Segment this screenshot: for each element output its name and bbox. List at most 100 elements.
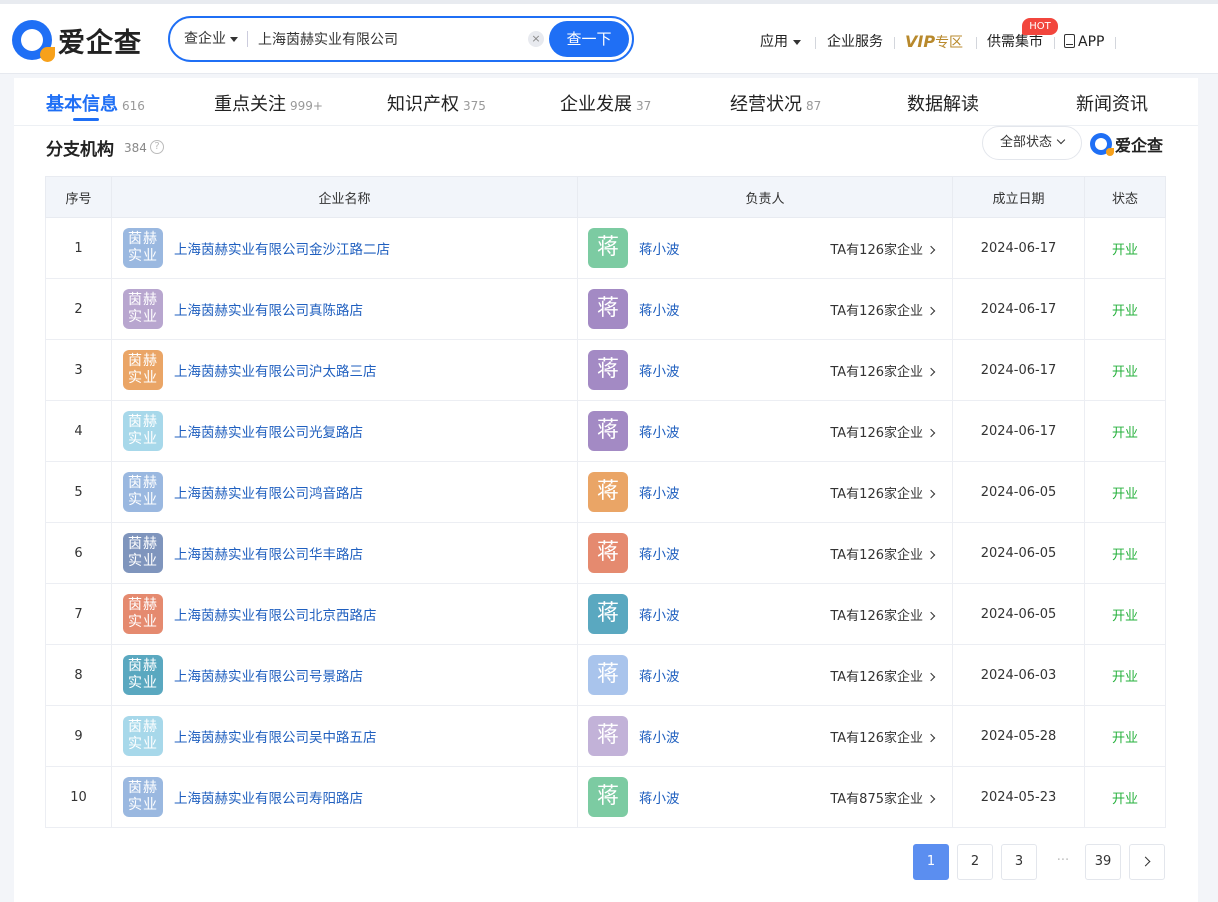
nav-supply-demand[interactable]: 供需集市: [987, 32, 1043, 52]
person-name-link[interactable]: 蒋小波: [639, 482, 680, 502]
company-name-link[interactable]: 上海茵赫实业有限公司金沙江路二店: [174, 238, 390, 258]
related-companies-link[interactable]: TA有126家企业: [830, 300, 936, 319]
company-name-link[interactable]: 上海茵赫实业有限公司北京西路店: [174, 604, 377, 624]
table-row: 8 茵赫 实业 上海茵赫实业有限公司号景路店蒋蒋小波 TA有126家企业 2024-06-…: [45, 644, 1166, 706]
person-name-link[interactable]: 蒋小波: [639, 421, 680, 441]
search-divider: [247, 31, 248, 47]
company-logo[interactable]: 茵赫 实业: [123, 411, 163, 451]
tab-key-focus[interactable]: 重点关注 999+: [214, 90, 323, 116]
nav-enterprise-service[interactable]: 企业服务: [827, 32, 883, 52]
person-wrap: 蒋蒋小波 TA有126家企业: [578, 411, 952, 451]
search-button[interactable]: 查一下: [549, 21, 629, 57]
avatar[interactable]: 蒋: [588, 228, 628, 268]
related-companies-link[interactable]: TA有126家企业: [830, 544, 936, 563]
table-row: 4 茵赫 实业 上海茵赫实业有限公司光复路店蒋蒋小波 TA有126家企业 2024-06-…: [45, 400, 1166, 462]
search-type-select[interactable]: 查企业: [184, 18, 238, 60]
company-name-link[interactable]: 上海茵赫实业有限公司真陈路店: [174, 299, 363, 319]
caret-down-icon: [793, 39, 801, 45]
company-logo[interactable]: 茵赫 实业: [123, 716, 163, 756]
tab-bar: 基本信息 616 重点关注 999+ 知识产权 375 企业发展 37 经营状况 87 数…: [14, 78, 1198, 126]
person-name-link[interactable]: 蒋小波: [639, 299, 680, 319]
nav-app[interactable]: APP: [1064, 32, 1104, 52]
person-cell: 蒋蒋小波 TA有126家企业: [577, 644, 953, 706]
established-date: 2024-06-05: [952, 461, 1085, 523]
chevron-right-icon: [926, 367, 936, 376]
tab-operations[interactable]: 经营状况 87: [730, 90, 821, 116]
person-name-link[interactable]: 蒋小波: [639, 665, 680, 685]
company-logo[interactable]: 茵赫 实业: [123, 533, 163, 573]
company-wrap: 茵赫 实业 上海茵赫实业有限公司光复路店: [112, 411, 577, 451]
company-name-link[interactable]: 上海茵赫实业有限公司吴中路五店: [174, 726, 377, 746]
avatar[interactable]: 蒋: [588, 533, 628, 573]
company-wrap: 茵赫 实业 上海茵赫实业有限公司沪太路三店: [112, 350, 577, 390]
table-row: 7 茵赫 实业 上海茵赫实业有限公司北京西路店蒋蒋小波 TA有126家企业 2024-06…: [45, 583, 1166, 645]
tab-news[interactable]: 新闻资讯: [1076, 90, 1148, 116]
related-companies-link[interactable]: TA有875家企业: [830, 788, 936, 807]
company-logo[interactable]: 茵赫 实业: [123, 472, 163, 512]
page-button-current[interactable]: 1: [913, 844, 949, 880]
nav-app-label: APP: [1078, 34, 1105, 50]
status-badge: 开业: [1084, 766, 1166, 828]
person-name-link[interactable]: 蒋小波: [639, 604, 680, 624]
company-logo-bottom: 实业: [128, 614, 158, 630]
company-logo[interactable]: 茵赫 实业: [123, 594, 163, 634]
company-wrap: 茵赫 实业 上海茵赫实业有限公司金沙江路二店: [112, 228, 577, 268]
company-logo[interactable]: 茵赫 实业: [123, 777, 163, 817]
avatar[interactable]: 蒋: [588, 472, 628, 512]
related-companies-link[interactable]: TA有126家企业: [830, 422, 936, 441]
related-companies-link[interactable]: TA有126家企业: [830, 239, 936, 258]
related-companies-link[interactable]: TA有126家企业: [830, 727, 936, 746]
tab-development[interactable]: 企业发展 37: [560, 90, 651, 116]
avatar[interactable]: 蒋: [588, 655, 628, 695]
help-icon[interactable]: ?: [150, 140, 164, 154]
company-name-link[interactable]: 上海茵赫实业有限公司寿阳路店: [174, 787, 363, 807]
company-logo[interactable]: 茵赫 实业: [123, 350, 163, 390]
related-companies-link[interactable]: TA有126家企业: [830, 361, 936, 380]
avatar[interactable]: 蒋: [588, 350, 628, 390]
status-badge: 开业: [1084, 522, 1166, 584]
col-header-index: 序号: [45, 176, 112, 218]
next-page-button[interactable]: [1129, 844, 1165, 880]
company-name-link[interactable]: 上海茵赫实业有限公司鸿音路店: [174, 482, 363, 502]
related-companies-label: TA有875家企业: [830, 791, 923, 807]
company-name-link[interactable]: 上海茵赫实业有限公司沪太路三店: [174, 360, 377, 380]
section-title: 分支机构: [46, 140, 114, 160]
avatar[interactable]: 蒋: [588, 716, 628, 756]
related-companies-link[interactable]: TA有126家企业: [830, 666, 936, 685]
related-companies-label: TA有126家企业: [830, 425, 923, 441]
related-companies-label: TA有126家企业: [830, 242, 923, 258]
person-name-link[interactable]: 蒋小波: [639, 238, 680, 258]
company-logo[interactable]: 茵赫 实业: [123, 228, 163, 268]
avatar[interactable]: 蒋: [588, 411, 628, 451]
tab-ip[interactable]: 知识产权 375: [387, 90, 486, 116]
row-index: 3: [45, 339, 112, 401]
avatar[interactable]: 蒋: [588, 777, 628, 817]
company-name-link[interactable]: 上海茵赫实业有限公司华丰路店: [174, 543, 363, 563]
person-name-link[interactable]: 蒋小波: [639, 543, 680, 563]
person-name-link[interactable]: 蒋小波: [639, 360, 680, 380]
avatar[interactable]: 蒋: [588, 594, 628, 634]
status-filter-dropdown[interactable]: 全部状态: [982, 126, 1082, 160]
company-name-link[interactable]: 上海茵赫实业有限公司号景路店: [174, 665, 363, 685]
person-cell: 蒋蒋小波 TA有126家企业: [577, 339, 953, 401]
person-name-link[interactable]: 蒋小波: [639, 787, 680, 807]
search-input[interactable]: [258, 24, 518, 54]
page-button-last[interactable]: 39: [1085, 844, 1121, 880]
page-button[interactable]: 2: [957, 844, 993, 880]
page-button[interactable]: 3: [1001, 844, 1037, 880]
company-logo[interactable]: 茵赫 实业: [123, 289, 163, 329]
company-logo-bottom: 实业: [128, 492, 158, 508]
nav-vip[interactable]: VIP专区: [905, 32, 963, 52]
brand-logo[interactable]: 爱企查: [12, 18, 142, 62]
company-logo[interactable]: 茵赫 实业: [123, 655, 163, 695]
person-name-link[interactable]: 蒋小波: [639, 726, 680, 746]
clear-icon[interactable]: ×: [528, 31, 544, 47]
avatar[interactable]: 蒋: [588, 289, 628, 329]
related-companies-link[interactable]: TA有126家企业: [830, 605, 936, 624]
company-cell: 茵赫 实业 上海茵赫实业有限公司光复路店: [111, 400, 578, 462]
tab-basic-info[interactable]: 基本信息 616: [46, 90, 145, 116]
tab-data-insight[interactable]: 数据解读: [907, 90, 979, 116]
company-name-link[interactable]: 上海茵赫实业有限公司光复路店: [174, 421, 363, 441]
nav-apps[interactable]: 应用: [760, 32, 801, 52]
related-companies-link[interactable]: TA有126家企业: [830, 483, 936, 502]
